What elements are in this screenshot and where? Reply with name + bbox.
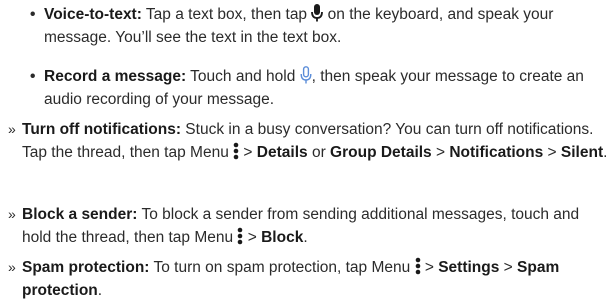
notifications-label: Notifications bbox=[449, 144, 544, 161]
voice-to-text-item: • Voice-to-text: Tap a text box, then ta… bbox=[30, 3, 614, 49]
bullet: • bbox=[30, 68, 36, 85]
spam-protection-text: Spam protection: To turn on spam protect… bbox=[22, 256, 612, 302]
item-marker: » bbox=[8, 121, 16, 137]
turn-off-notifications-item: » Turn off notifications: Stuck in a bus… bbox=[8, 118, 612, 164]
record-message-body: Touch and hold bbox=[186, 68, 300, 85]
period: . bbox=[97, 282, 103, 299]
spam-body: To turn on spam protection, tap Menu bbox=[149, 259, 415, 276]
settings-label: Settings bbox=[438, 259, 500, 276]
voice-to-text-text: Voice-to-text: Tap a text box, then tap … bbox=[44, 3, 614, 49]
period: . bbox=[303, 229, 308, 246]
separator: > bbox=[243, 229, 262, 246]
block-label: Block bbox=[261, 229, 304, 246]
separator: > bbox=[543, 144, 561, 161]
block-sender-item: » Block a sender: To block a sender from… bbox=[8, 203, 612, 249]
voice-to-text-body: Tap a text box, then tap bbox=[141, 6, 312, 23]
block-sender-title: Block a sender: bbox=[22, 206, 138, 223]
turn-off-notifications-title: Turn off notifications: bbox=[22, 121, 181, 138]
period: . bbox=[603, 144, 608, 161]
separator: > bbox=[420, 259, 439, 276]
mic-outline-icon bbox=[300, 66, 312, 84]
silent-label: Silent bbox=[560, 144, 604, 161]
item-marker: » bbox=[8, 206, 16, 222]
separator: > bbox=[499, 259, 518, 276]
separator: > bbox=[239, 144, 257, 161]
record-message-text: Record a message: Touch and hold , then … bbox=[44, 65, 614, 111]
block-sender-text: Block a sender: To block a sender from s… bbox=[22, 203, 612, 249]
turn-off-notifications-text: Turn off notifications: Stuck in a busy … bbox=[22, 118, 612, 164]
group-details-label: Group Details bbox=[330, 144, 432, 161]
separator: > bbox=[431, 144, 450, 161]
record-message-item: • Record a message: Touch and hold , the… bbox=[30, 65, 614, 111]
spam-protection-title: Spam protection: bbox=[22, 259, 150, 276]
mic-solid-icon bbox=[311, 4, 324, 22]
spam-protection-item: » Spam protection: To turn on spam prote… bbox=[8, 256, 612, 302]
or-text: or bbox=[307, 144, 331, 161]
bullet: • bbox=[30, 6, 36, 23]
help-page: • Voice-to-text: Tap a text box, then ta… bbox=[0, 0, 614, 300]
details-label: Details bbox=[256, 144, 308, 161]
voice-to-text-title: Voice-to-text: bbox=[44, 6, 142, 23]
item-marker: » bbox=[8, 259, 16, 275]
record-message-title: Record a message: bbox=[44, 68, 187, 85]
